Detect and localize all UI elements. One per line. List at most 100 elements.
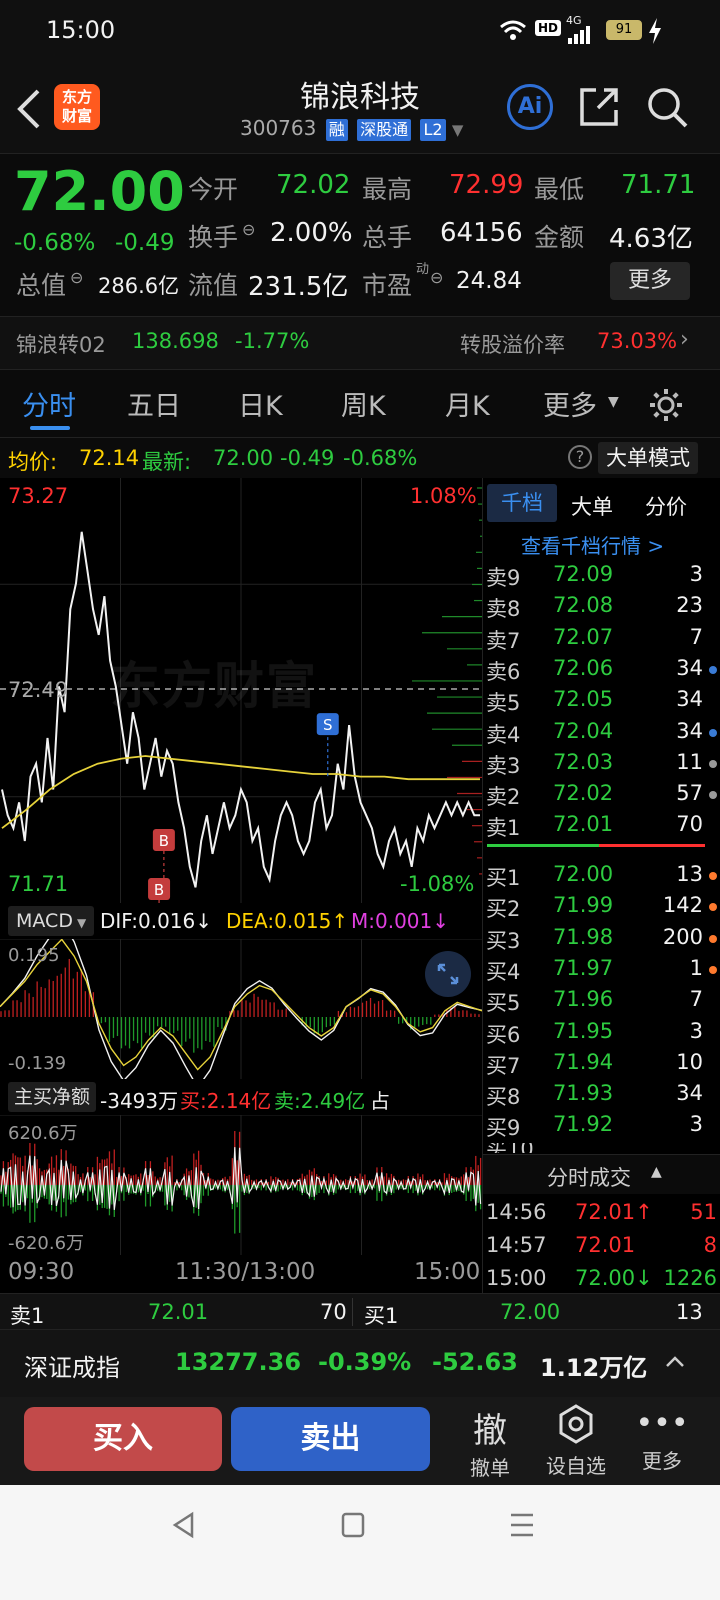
bid-row[interactable]: 买6 71.95 3	[483, 1017, 720, 1048]
tab-monthly-k[interactable]: 月K	[445, 384, 490, 423]
more-actions-button[interactable]: ••• 更多	[622, 1403, 702, 1474]
gear-icon[interactable]	[647, 386, 685, 424]
last-price: 72.00	[14, 160, 185, 223]
turnover-value: 2.00%	[270, 218, 353, 248]
mktcap-value: 286.6亿	[98, 274, 180, 298]
index-ticker[interactable]: 深证成指 13277.36 -0.39% -52.63 1.12万亿	[0, 1329, 720, 1397]
latest-value: 72.00	[213, 446, 274, 470]
macd-chart[interactable]: 0.195 -0.139	[0, 939, 482, 1079]
bid-row[interactable]: 买2 71.99 142	[483, 891, 720, 922]
flow-axis-bottom: -620.6万	[8, 1233, 85, 1254]
bid-row[interactable]: 买4 71.97 1	[483, 954, 720, 985]
bond-change: -1.77%	[235, 329, 310, 353]
info-icon[interactable]: ⊖	[70, 268, 83, 287]
bid-row[interactable]: 买9 71.92 3	[483, 1110, 720, 1141]
book-tab-depth[interactable]: 千档	[487, 484, 557, 522]
trade-time: 15:00	[486, 1266, 547, 1290]
time-axis: 09:30 11:30/13:00 15:00	[0, 1255, 482, 1293]
trade-price: 72.01	[575, 1233, 635, 1257]
chevron-right-icon: ›	[680, 327, 689, 352]
latest-label: 最新:	[142, 450, 192, 474]
ask-label: 卖8	[486, 597, 521, 622]
order-dot-icon	[709, 791, 717, 800]
ask-row[interactable]: 卖9 72.09 3	[483, 560, 720, 591]
ask-row[interactable]: 卖4 72.04 34	[483, 717, 720, 748]
net-flow-chart[interactable]: 620.6万 -620.6万	[0, 1115, 482, 1255]
avg-label: 均价:	[8, 450, 58, 474]
book-tab-big-orders[interactable]: 大单	[571, 491, 613, 521]
ask-row[interactable]: 卖6 72.06 34	[483, 654, 720, 685]
chevron-up-icon[interactable]	[664, 1354, 686, 1370]
bid-row-partial-label: 买10	[486, 1143, 534, 1153]
ask-row[interactable]: 卖8 72.08 23	[483, 591, 720, 622]
bid-row[interactable]: 买3 71.98 200	[483, 923, 720, 954]
macd-dea: DEA:0.015↑	[226, 909, 348, 933]
info-icon[interactable]: ⊖	[242, 220, 255, 239]
strip-ask-label: 卖1	[10, 1304, 45, 1328]
info-icon[interactable]: ⊖	[430, 268, 443, 287]
bid-row[interactable]: 买5 71.96 7	[483, 985, 720, 1016]
ai-icon: Ai	[517, 94, 543, 119]
convertible-bond-row[interactable]: 锦浪转02 138.698 -1.77% 转股溢价率 73.03% ›	[0, 316, 720, 370]
cancel-order-button[interactable]: 撤 撤单	[450, 1403, 530, 1481]
search-icon[interactable]	[646, 86, 690, 130]
buy-amount: 买:2.14亿	[180, 1089, 272, 1113]
add-watchlist-button[interactable]: 设自选	[536, 1403, 616, 1479]
ask-label: 卖9	[486, 566, 521, 590]
volume-value: 64156	[440, 218, 523, 248]
macd-chart-svg	[0, 939, 482, 1079]
bid-label: 买5	[486, 991, 521, 1016]
view-depth-link[interactable]: 查看千档行情 >	[521, 530, 664, 559]
ask-row[interactable]: 卖7 72.07 7	[483, 623, 720, 654]
ask-row[interactable]: 卖5 72.05 34	[483, 685, 720, 716]
book-tab-price-dist[interactable]: 分价	[645, 491, 687, 521]
ask-volume: 34	[676, 687, 703, 712]
ai-button[interactable]: Ai	[507, 84, 553, 130]
share-icon[interactable]	[578, 86, 620, 128]
macd-m: M:0.001↓	[351, 909, 449, 933]
tab-weekly-k[interactable]: 周K	[341, 384, 386, 423]
tab-more[interactable]: 更多	[543, 384, 597, 423]
ask-row[interactable]: 卖3 72.03 11	[483, 748, 720, 779]
bid-label: 买7	[486, 1053, 521, 1078]
sell-button[interactable]: 卖出	[231, 1407, 430, 1471]
net-flow-value: -3493万	[100, 1089, 179, 1113]
macd-axis-top: 0.195	[8, 945, 60, 966]
help-icon[interactable]: ?	[568, 445, 592, 469]
ask-volume: 34	[676, 718, 703, 743]
bid-row[interactable]: 买1 72.00 13	[483, 860, 720, 891]
tab-five-day[interactable]: 五日	[127, 384, 181, 423]
bid-price: 71.99	[553, 893, 614, 918]
nav-menu-icon[interactable]	[508, 1511, 536, 1539]
tab-daily-k[interactable]: 日K	[238, 384, 283, 423]
nav-back-icon[interactable]	[170, 1511, 198, 1539]
stock-header: 东方 财富 锦浪科技 300763 融 深股通 L2 ▼ Ai	[0, 64, 720, 154]
tab-intraday[interactable]: 分时	[22, 384, 76, 423]
index-change: -52.63	[432, 1348, 518, 1376]
bid-label: 买6	[486, 1022, 521, 1047]
flow-axis-top: 620.6万	[8, 1123, 78, 1144]
expand-icon[interactable]	[425, 951, 471, 997]
arrow-down-icon: ↓	[432, 909, 450, 933]
avg-price-bar: 均价: 72.14 最新: 72.00 -0.49 -0.68% ? 大单模式	[0, 438, 720, 478]
chevron-down-icon[interactable]: ▼	[452, 121, 464, 139]
bid-row[interactable]: 买8 71.93 34	[483, 1079, 720, 1110]
ask-row[interactable]: 卖2 72.02 57	[483, 779, 720, 810]
stock-code-row: 300763 融 深股通 L2 ▼	[240, 116, 463, 141]
intraday-chart[interactable]: B B S 73.27 1.08% 72.49 71.71 -1.08% 东方财富	[0, 478, 482, 903]
bid-row[interactable]: 买7 71.94 10	[483, 1048, 720, 1079]
more-button[interactable]: 更多	[610, 262, 690, 300]
big-order-mode-button[interactable]: 大单模式	[598, 442, 698, 474]
trades-header[interactable]: 分时成交 ▲	[483, 1154, 720, 1194]
sell-amount: 卖:2.49亿	[274, 1089, 366, 1113]
buy-button[interactable]: 买入	[24, 1407, 222, 1471]
chart-tabs: 分时 五日 日K 周K 月K 更多 ▼	[0, 370, 720, 438]
macd-select[interactable]: MACD ▼	[8, 906, 94, 936]
time-tick-close: 15:00	[414, 1259, 481, 1285]
nav-home-icon[interactable]	[340, 1511, 366, 1539]
flow-select[interactable]: 主买净额▼	[8, 1082, 96, 1136]
ask-label: 卖1	[486, 816, 521, 841]
connect-tag: 深股通	[357, 119, 412, 141]
ask-row[interactable]: 卖1 72.01 70	[483, 810, 720, 841]
trade-price-value: 72.00	[575, 1266, 636, 1290]
